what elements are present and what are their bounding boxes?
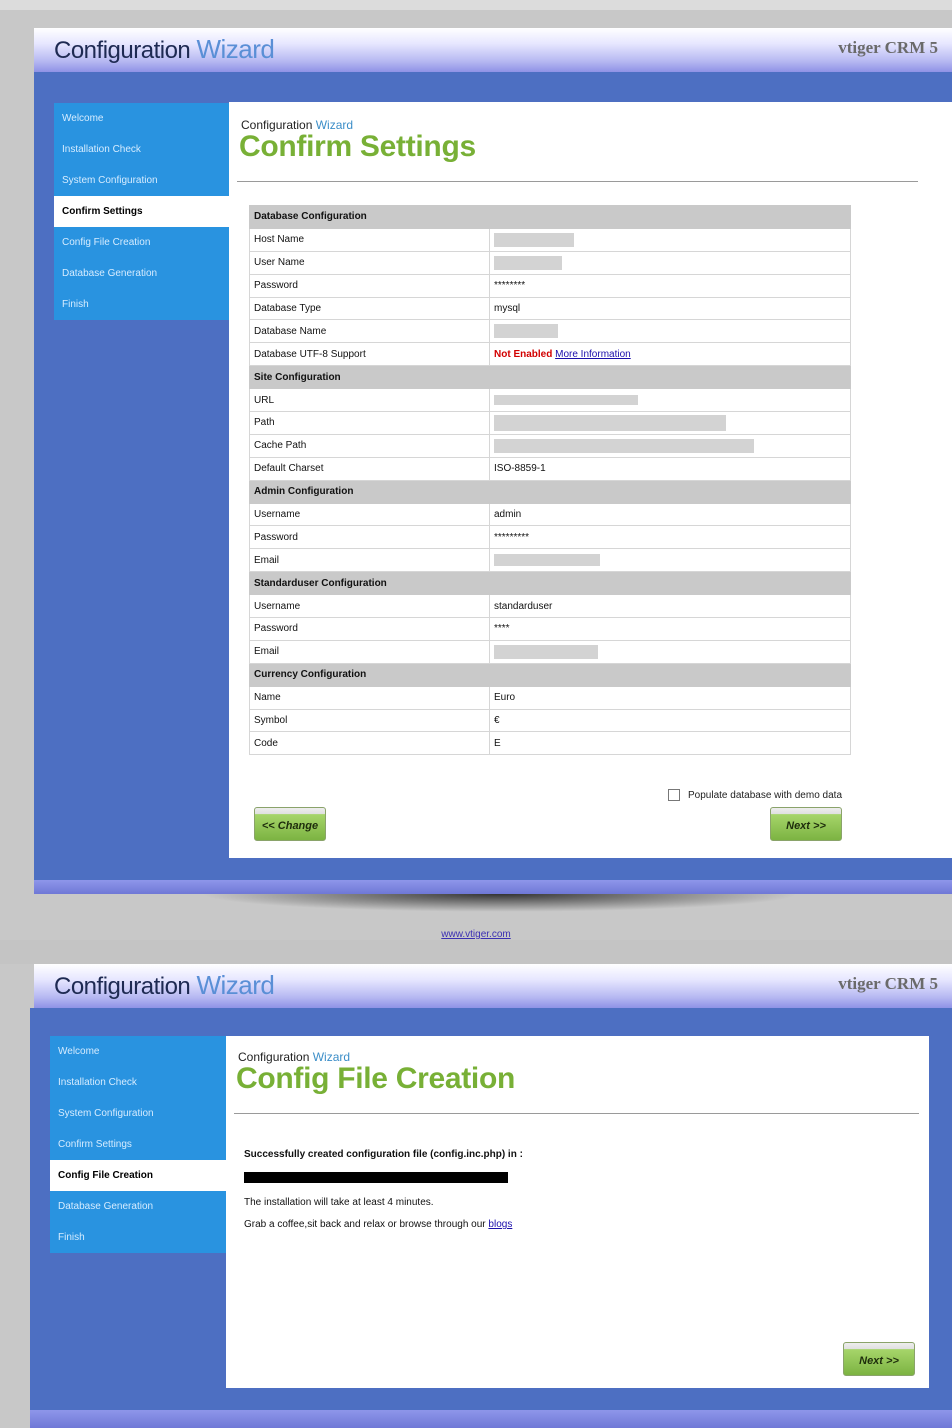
step-welcome: Welcome <box>58 1046 100 1057</box>
table-row: Password **** <box>249 617 851 641</box>
step-config-file-creation: Config File Creation <box>50 1160 226 1191</box>
vtiger-website-link[interactable]: www.vtiger.com <box>441 929 510 940</box>
table-row: Database UTF-8 Support Not Enabled More … <box>249 342 851 367</box>
table-row: Path <box>249 411 851 435</box>
next-button[interactable]: Next >> <box>770 807 842 841</box>
section-header: Site Configuration <box>249 365 851 390</box>
next-button-2[interactable]: Next >> <box>843 1342 915 1376</box>
step-finish: Finish <box>62 299 89 310</box>
redacted-value <box>494 414 726 431</box>
wizard-title-part2: Wizard <box>196 970 275 1000</box>
brand-logo: vtiger CRM 5 <box>838 38 938 57</box>
table-row: Symbol € <box>249 708 851 733</box>
redacted-path <box>244 1172 508 1183</box>
wizard-title-part1: Configuration <box>54 973 191 1000</box>
settings-table: Database Configuration Host Name User Na… <box>249 205 851 756</box>
top-band <box>0 0 952 10</box>
step-database-generation: Database Generation <box>62 268 158 279</box>
demo-data-checkbox[interactable] <box>668 789 680 801</box>
config-file-panel: Configuration Wizard Config File Creatio… <box>226 1036 929 1388</box>
title-divider <box>237 181 918 182</box>
wizard-steps-sidebar: Welcome Installation Check System Config… <box>54 103 230 320</box>
wizard-title: Configuration Wizard <box>54 34 275 65</box>
wait-message: The installation will take at least 4 mi… <box>244 1197 434 1208</box>
table-row: Email <box>249 639 851 664</box>
success-message: Successfully created configuration file … <box>244 1149 523 1160</box>
section-header: Database Configuration <box>249 205 851 229</box>
table-row: Default Charset ISO-8859-1 <box>249 456 851 481</box>
table-row: URL <box>249 388 851 413</box>
table-row: Username admin <box>249 502 851 527</box>
section-header: Standarduser Configuration <box>249 571 851 596</box>
wizard-header: Configuration Wizard vtiger CRM 5 <box>34 28 952 72</box>
redacted-value <box>494 644 598 659</box>
step-welcome: Welcome <box>62 113 104 124</box>
step-installation-check: Installation Check <box>58 1077 137 1088</box>
page-title: Confirm Settings <box>239 130 476 163</box>
bottom-strip <box>34 880 952 894</box>
section-header: Admin Configuration <box>249 479 851 504</box>
step-confirm-settings: Confirm Settings <box>58 1139 132 1150</box>
section-header: Currency Configuration <box>249 662 851 687</box>
redacted-value <box>494 324 558 339</box>
table-row: Name Euro <box>249 685 851 710</box>
table-row: Database Type mysql <box>249 296 851 321</box>
step-finish: Finish <box>58 1232 85 1243</box>
bottom-strip-2 <box>30 1410 952 1428</box>
redacted-value <box>494 394 638 405</box>
change-button[interactable]: << Change <box>254 807 326 841</box>
table-row: Password ********* <box>249 525 851 550</box>
step-system-configuration: System Configuration <box>58 1108 154 1119</box>
redacted-value <box>494 438 754 453</box>
utf8-status: Not Enabled <box>494 348 553 360</box>
drop-shadow <box>200 894 800 912</box>
demo-data-label: Populate database with demo data <box>688 789 842 801</box>
top-band <box>0 940 952 964</box>
demo-data-option[interactable]: Populate database with demo data <box>668 789 842 801</box>
table-row: Password ******** <box>249 273 851 298</box>
confirm-settings-screen: Configuration Wizard vtiger CRM 5 Welcom… <box>0 0 952 940</box>
redacted-value <box>494 255 562 270</box>
table-row: Code E <box>249 731 851 756</box>
config-path <box>244 1172 508 1183</box>
footer: www.vtiger.com <box>0 929 952 940</box>
wizard-title-2: Configuration Wizard <box>54 970 275 1001</box>
wizard-title-part2: Wizard <box>196 34 275 64</box>
wizard-steps-sidebar-2: Welcome Installation Check System Config… <box>50 1036 226 1253</box>
redacted-value <box>494 232 574 247</box>
blogs-link[interactable]: blogs <box>488 1219 512 1230</box>
step-database-generation: Database Generation <box>58 1201 154 1212</box>
table-row: Username standarduser <box>249 594 851 619</box>
step-installation-check: Installation Check <box>62 144 141 155</box>
table-row: User Name <box>249 250 851 275</box>
config-file-creation-screen: Configuration Wizard vtiger CRM 5 Welcom… <box>0 940 952 1428</box>
brand-logo-2: vtiger CRM 5 <box>838 974 938 993</box>
confirm-panel: Configuration Wizard Confirm Settings Da… <box>229 102 952 858</box>
table-row: Cache Path <box>249 433 851 458</box>
wizard-title-part1: Configuration <box>54 37 191 64</box>
step-system-configuration: System Configuration <box>62 175 158 186</box>
grab-text: Grab a coffee,sit back and relax or brow… <box>244 1219 486 1230</box>
grab-message: Grab a coffee,sit back and relax or brow… <box>244 1219 512 1230</box>
step-config-file-creation: Config File Creation <box>62 237 151 248</box>
page-title-2: Config File Creation <box>236 1062 516 1095</box>
table-row: Host Name <box>249 227 851 252</box>
more-information-link[interactable]: More Information <box>555 349 631 360</box>
redacted-value <box>494 554 600 567</box>
wizard-header-2: Configuration Wizard vtiger CRM 5 <box>34 964 952 1008</box>
title-divider-2 <box>234 1113 919 1114</box>
table-row: Email <box>249 548 851 573</box>
table-row: Database Name <box>249 319 851 344</box>
step-confirm-settings: Confirm Settings <box>54 196 230 227</box>
